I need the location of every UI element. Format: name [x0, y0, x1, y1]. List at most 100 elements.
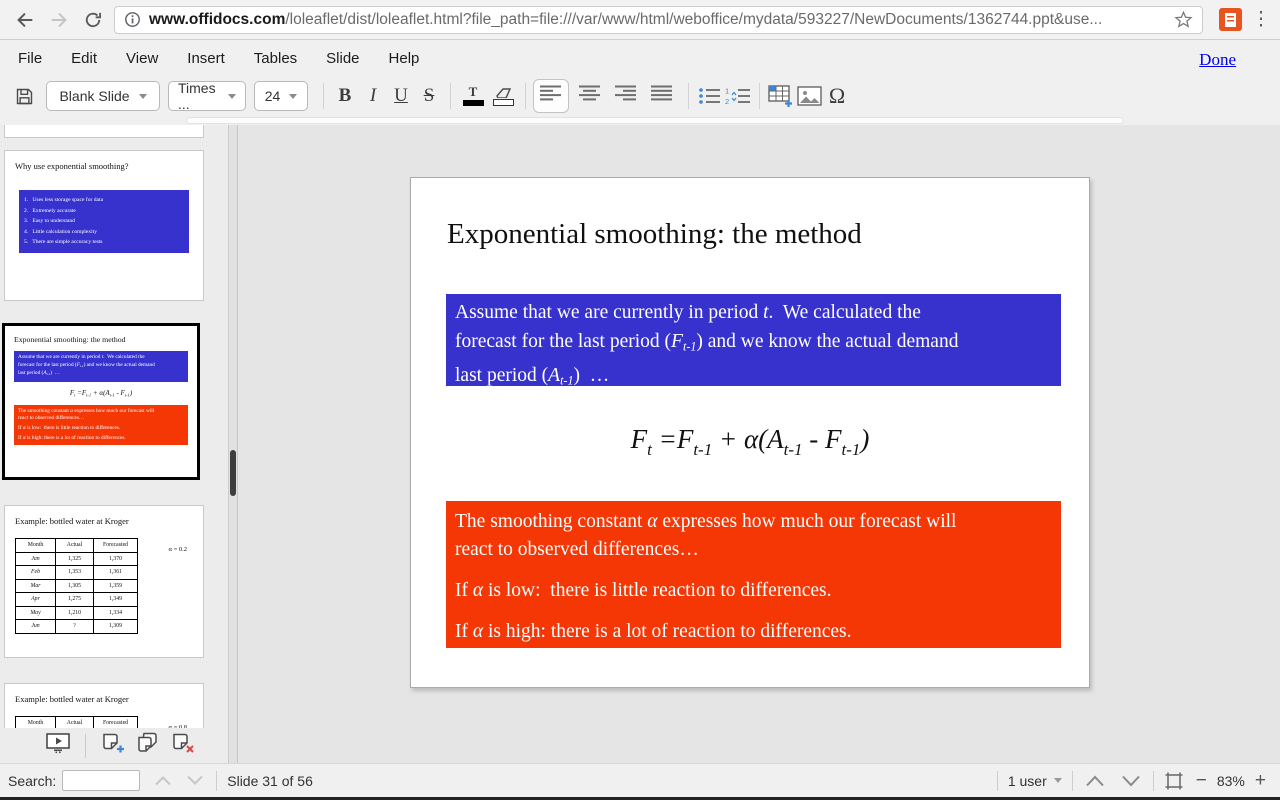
app-window: www.offidocs.com/loleaflet/dist/loleafle…: [0, 0, 1280, 800]
numbered-list-button[interactable]: 12: [724, 80, 752, 112]
slide-thumbnail-why-use[interactable]: Why use exponential smoothing? 1. Uses l…: [4, 150, 204, 301]
delete-slide-button[interactable]: [171, 731, 196, 760]
insert-table-button[interactable]: [767, 80, 795, 112]
numbered-list-icon: 12: [725, 87, 751, 105]
strikethrough-icon: S: [416, 85, 443, 107]
font-name-dropdown[interactable]: Times ...: [168, 81, 246, 111]
thumb-blue-box: 1. Uses less storage space for data 2. E…: [19, 190, 189, 253]
forward-button[interactable]: [42, 3, 76, 37]
delete-slide-icon: [171, 731, 196, 755]
thumb-blue-box: Assume that we are currently in period t…: [14, 351, 188, 382]
svg-text:2: 2: [725, 97, 729, 105]
slide-formula[interactable]: Ft =Ft-1 + α(At-1 - Ft-1): [411, 424, 1089, 460]
reload-button[interactable]: [76, 3, 110, 37]
duplicate-slide-button[interactable]: [136, 731, 161, 760]
toolbar-scrollbar[interactable]: [186, 117, 1124, 124]
bookmark-star-icon[interactable]: [1174, 10, 1193, 29]
menu-edit[interactable]: Edit: [71, 50, 97, 67]
back-button[interactable]: [8, 3, 42, 37]
statusbar-separator: [1072, 771, 1073, 791]
new-slide-button[interactable]: [101, 731, 126, 760]
align-center-icon: [579, 85, 601, 102]
done-link[interactable]: Done: [1199, 50, 1236, 70]
italic-icon: I: [360, 85, 387, 107]
justify-icon: [651, 85, 673, 102]
document-glyph: [1225, 13, 1236, 27]
main-area: Why use exponential smoothing? 1. Uses l…: [0, 125, 1280, 763]
chevron-down-icon: [228, 94, 236, 99]
search-prev-button[interactable]: [152, 774, 174, 787]
font-name-value: Times ...: [178, 80, 219, 112]
thumb-title: Example: bottled water at Kroger: [15, 694, 203, 704]
thumb-data-table: MonthActualForecasted Jan1,3251,370 Feb1…: [15, 538, 138, 634]
page-info-icon[interactable]: [124, 11, 141, 28]
thumb-title: Why use exponential smoothing?: [15, 161, 203, 171]
toolbar-separator: [759, 83, 760, 109]
zoom-out-button[interactable]: −: [1196, 771, 1207, 790]
slide-blue-textbox[interactable]: Assume that we are currently in period t…: [446, 294, 1061, 386]
strikethrough-button[interactable]: S: [415, 80, 443, 112]
fit-to-screen-button[interactable]: [1164, 771, 1184, 791]
address-bar[interactable]: www.offidocs.com/loleaflet/dist/loleafle…: [114, 6, 1203, 34]
menu-help[interactable]: Help: [389, 50, 420, 67]
slide-title: Exponential smoothing: the method: [447, 218, 862, 251]
forward-icon: [48, 9, 70, 31]
align-center-button[interactable]: [573, 80, 607, 112]
search-next-button[interactable]: [184, 774, 206, 787]
insert-image-button[interactable]: [795, 80, 823, 112]
chevron-up-icon: [1083, 774, 1107, 788]
justify-button[interactable]: [645, 80, 679, 112]
thumb-title: Example: bottled water at Kroger: [15, 516, 203, 526]
current-slide[interactable]: Exponential smoothing: the method Assume…: [410, 177, 1090, 688]
slide-layout-value: Blank Slide: [59, 88, 129, 104]
zoom-in-button[interactable]: +: [1255, 771, 1266, 790]
underline-button[interactable]: U: [387, 80, 415, 112]
start-presentation-button[interactable]: [46, 732, 70, 759]
slide-thumbnail-partial-top[interactable]: [4, 125, 204, 138]
menu-slide[interactable]: Slide: [326, 50, 359, 67]
bold-button[interactable]: B: [331, 80, 359, 112]
previous-slide-button[interactable]: [1083, 774, 1107, 788]
slide-layout-dropdown[interactable]: Blank Slide: [46, 81, 160, 111]
menu-tables[interactable]: Tables: [254, 50, 297, 67]
slide-red-textbox[interactable]: The smoothing constant α expresses how m…: [446, 501, 1061, 648]
menu-view[interactable]: View: [126, 50, 158, 67]
menu-insert[interactable]: Insert: [187, 50, 225, 67]
chevron-down-icon: [289, 94, 297, 99]
align-left-button[interactable]: [533, 79, 569, 113]
menu-bar: File Edit View Insert Tables Slide Help …: [0, 40, 1280, 76]
save-icon: [14, 86, 35, 107]
url-path: /loleaflet/dist/loleaflet.html?file_path…: [285, 11, 1102, 28]
browser-menu-icon[interactable]: ⋮: [1250, 8, 1272, 31]
save-button[interactable]: [10, 80, 38, 112]
font-size-dropdown[interactable]: 24: [254, 81, 308, 111]
zoom-level: 83%: [1217, 773, 1245, 789]
toolbar-separator: [525, 83, 526, 109]
offidocs-extension-icon[interactable]: [1219, 8, 1242, 31]
thumb-alpha-note: α = 0.2: [169, 546, 187, 553]
align-right-button[interactable]: [609, 80, 643, 112]
vertical-scrollbar-thumb[interactable]: [230, 450, 236, 496]
slide-thumbnail-example-kroger-1[interactable]: Example: bottled water at Kroger MonthAc…: [4, 505, 204, 658]
insert-image-icon: [797, 86, 822, 106]
url-host: www.offidocs.com: [149, 11, 285, 28]
menu-file[interactable]: File: [18, 50, 42, 67]
bullet-list-button[interactable]: [696, 80, 724, 112]
special-character-button[interactable]: Ω: [823, 80, 851, 112]
users-dropdown[interactable]: 1 user: [1008, 773, 1062, 789]
back-icon: [14, 9, 36, 31]
bullet-list-icon: [698, 87, 722, 105]
next-slide-button[interactable]: [1119, 774, 1143, 788]
search-input[interactable]: [62, 770, 140, 791]
chevron-down-icon: [1119, 774, 1143, 788]
slide-thumbnail-method-selected[interactable]: Exponential smoothing: the method Assume…: [2, 323, 200, 480]
italic-button[interactable]: I: [359, 80, 387, 112]
chevron-down-icon: [139, 94, 147, 99]
font-color-button[interactable]: T: [458, 80, 488, 112]
statusbar-separator: [997, 771, 998, 791]
highlight-color-button[interactable]: [488, 80, 518, 112]
editor-header: File Edit View Insert Tables Slide Help …: [0, 40, 1280, 125]
duplicate-slide-icon: [136, 731, 161, 755]
slide-canvas[interactable]: Exponential smoothing: the method Assume…: [238, 125, 1280, 763]
status-bar: Search: Slide 31 of 56 1 user − 83% +: [0, 763, 1280, 797]
